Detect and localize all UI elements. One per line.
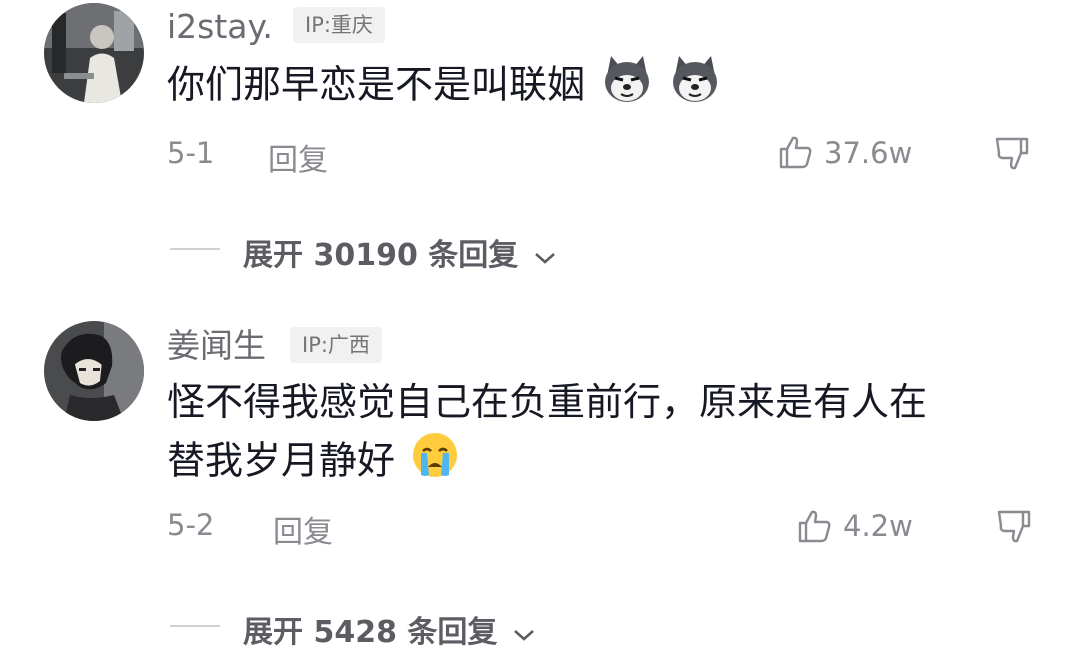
husky-dog-emoji — [601, 54, 653, 120]
comment-item: i2stay. IP:重庆 你们那早恋是不是叫联姻 5-1 回复 37.6w 展… — [0, 0, 1080, 300]
expand-replies-button[interactable]: 展开 30190 条回复 — [243, 230, 557, 274]
avatar[interactable] — [44, 321, 144, 421]
thumbs-down-icon[interactable] — [996, 509, 1032, 549]
comment-text-line: 你们那早恋是不是叫联姻 — [167, 62, 586, 107]
thumbs-up-icon[interactable] — [797, 508, 833, 548]
ip-location-badge: IP:广西 — [290, 327, 382, 363]
comment-date: 5-1 — [167, 136, 215, 170]
ip-location-badge: IP:重庆 — [293, 7, 385, 43]
chevron-down-icon — [512, 616, 536, 651]
expand-replies-label: 展开 5428 条回复 — [243, 615, 498, 650]
divider — [170, 248, 220, 250]
like-count: 37.6w — [824, 136, 913, 170]
crying-face-emoji — [411, 431, 459, 495]
comment-text-line: 替我岁月静好 — [167, 438, 396, 483]
thumbs-up-icon[interactable] — [778, 134, 814, 174]
thumbs-down-icon[interactable] — [994, 136, 1030, 176]
comment-text-line: 怪不得我感觉自己在负重前行，原来是有人在 — [167, 380, 928, 424]
chevron-down-icon — [533, 239, 557, 274]
divider — [170, 625, 220, 627]
username[interactable]: i2stay. — [167, 10, 273, 43]
expand-replies-label: 展开 30190 条回复 — [243, 238, 519, 273]
comment-text: 你们那早恋是不是叫联姻 — [167, 54, 721, 120]
avatar[interactable] — [44, 3, 144, 103]
comment-text: 怪不得我感觉自己在负重前行，原来是有人在 替我岁月静好 — [167, 373, 927, 495]
reply-button[interactable]: 回复 — [268, 135, 328, 179]
comment-date: 5-2 — [167, 508, 215, 542]
like-count: 4.2w — [843, 509, 913, 543]
expand-replies-button[interactable]: 展开 5428 条回复 — [243, 607, 536, 651]
husky-dog-emoji — [669, 54, 721, 120]
username[interactable]: 姜闻生 — [167, 329, 266, 362]
reply-button[interactable]: 回复 — [273, 507, 333, 551]
comment-item: 姜闻生 IP:广西 怪不得我感觉自己在负重前行，原来是有人在 替我岁月静好 5-… — [0, 300, 1080, 671]
